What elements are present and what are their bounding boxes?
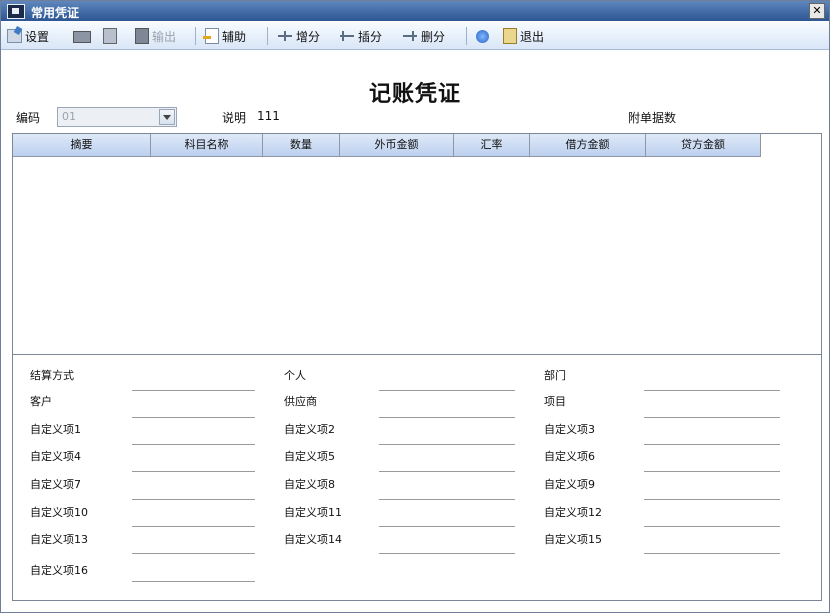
- field-input-line[interactable]: [644, 499, 780, 500]
- field-input-line[interactable]: [379, 553, 515, 554]
- field-label: 自定义项6: [544, 450, 595, 463]
- field-label: 自定义项13: [30, 533, 88, 546]
- exit-icon: [503, 28, 517, 44]
- field-input-line[interactable]: [132, 390, 255, 391]
- window-title: 常用凭证: [31, 6, 80, 20]
- column-header[interactable]: 汇率: [454, 134, 530, 157]
- field-label: 自定义项14: [284, 533, 342, 546]
- field-label: 自定义项3: [544, 423, 595, 436]
- chevron-down-icon[interactable]: [159, 109, 175, 125]
- attachments-label: 附单据数: [628, 111, 677, 125]
- split-icon: [277, 29, 293, 43]
- assist-icon: [203, 28, 219, 44]
- field-label: 部门: [544, 369, 566, 382]
- field-input-line[interactable]: [132, 526, 255, 527]
- grid-header: 摘要 科目名称 数量 外币金额 汇率 借方金额 贷方金额: [13, 134, 761, 157]
- field-label: 自定义项7: [30, 478, 81, 491]
- field-label: 自定义项12: [544, 506, 602, 519]
- field-input-line[interactable]: [132, 581, 255, 582]
- delete-split-button[interactable]: 删分: [402, 27, 445, 45]
- setup-button[interactable]: 设置: [7, 27, 49, 45]
- desc-label: 说明: [222, 111, 247, 125]
- setup-label: 设置: [25, 29, 50, 44]
- preview-icon: [103, 28, 117, 44]
- split-label: 增分: [296, 29, 321, 44]
- field-input-line[interactable]: [379, 471, 515, 472]
- code-combo[interactable]: 01: [57, 107, 177, 127]
- column-header[interactable]: 科目名称: [151, 134, 263, 157]
- voucher-title: 记账凭证: [368, 82, 461, 107]
- column-header[interactable]: 贷方金额: [646, 134, 761, 157]
- field-input-line[interactable]: [379, 417, 515, 418]
- app-icon: [7, 4, 25, 19]
- field-input-line[interactable]: [132, 417, 255, 418]
- column-header[interactable]: 外币金额: [340, 134, 454, 157]
- print-button[interactable]: [73, 27, 91, 45]
- field-input-line[interactable]: [644, 417, 780, 418]
- delete-split-icon: [402, 29, 418, 43]
- field-input-line[interactable]: [644, 526, 780, 527]
- field-label: 结算方式: [30, 369, 74, 382]
- field-label: 自定义项10: [30, 506, 88, 519]
- field-label: 自定义项15: [544, 533, 602, 546]
- field-input-line[interactable]: [379, 499, 515, 500]
- insert-split-button[interactable]: 插分: [339, 27, 382, 45]
- assist-label: 辅助: [222, 29, 247, 44]
- title-bar: 常用凭证 ✕: [1, 1, 829, 21]
- field-input-line[interactable]: [379, 526, 515, 527]
- field-input-line[interactable]: [379, 444, 515, 445]
- field-label: 自定义项4: [30, 450, 81, 463]
- field-label: 客户: [30, 395, 52, 408]
- code-value: 01: [62, 110, 76, 123]
- help-icon: [476, 29, 489, 43]
- voucher-grid[interactable]: 摘要 科目名称 数量 外币金额 汇率 借方金额 贷方金额: [12, 133, 822, 355]
- code-label: 编码: [16, 111, 41, 125]
- field-input-line[interactable]: [644, 390, 780, 391]
- field-label: 自定义项2: [284, 423, 335, 436]
- field-input-line[interactable]: [132, 471, 255, 472]
- field-label: 自定义项8: [284, 478, 335, 491]
- delete-split-label: 删分: [421, 29, 446, 44]
- assist-button[interactable]: 辅助: [203, 27, 247, 45]
- field-label: 个人: [284, 369, 306, 382]
- setup-icon: [7, 29, 22, 43]
- export-icon: [135, 28, 149, 44]
- toolbar: 设置 输出 辅助 增分 插分 删分 退出: [1, 22, 829, 50]
- field-input-line[interactable]: [644, 471, 780, 472]
- toolbar-separator: [466, 27, 467, 45]
- export-button[interactable]: 输出: [135, 27, 176, 45]
- field-label: 自定义项16: [30, 564, 88, 577]
- preview-button[interactable]: [103, 27, 117, 45]
- field-input-line[interactable]: [644, 444, 780, 445]
- desc-value: 111: [257, 109, 280, 123]
- export-label: 输出: [152, 29, 177, 44]
- field-label: 自定义项11: [284, 506, 342, 519]
- voucher-window: 常用凭证 ✕ 设置 输出 辅助 增分 插分 删分 退出 记账凭证 编码 01 说…: [0, 0, 830, 613]
- field-input-line[interactable]: [379, 390, 515, 391]
- column-header[interactable]: 摘要: [13, 134, 151, 157]
- insert-split-label: 插分: [358, 29, 383, 44]
- field-input-line[interactable]: [644, 553, 780, 554]
- close-button[interactable]: ✕: [809, 3, 825, 19]
- field-label: 自定义项5: [284, 450, 335, 463]
- column-header[interactable]: 借方金额: [530, 134, 646, 157]
- auxiliary-panel: 结算方式 客户 自定义项1 自定义项4 自定义项7 自定义项10 自定义项13 …: [12, 355, 822, 601]
- field-label: 自定义项1: [30, 423, 81, 436]
- field-input-line[interactable]: [132, 553, 255, 554]
- print-icon: [73, 31, 91, 43]
- exit-label: 退出: [520, 29, 545, 44]
- field-label: 自定义项9: [544, 478, 595, 491]
- column-header[interactable]: 数量: [263, 134, 340, 157]
- help-button[interactable]: [476, 27, 489, 45]
- field-label: 供应商: [284, 395, 317, 408]
- field-input-line[interactable]: [132, 499, 255, 500]
- split-button[interactable]: 增分: [277, 27, 320, 45]
- insert-split-icon: [339, 29, 355, 43]
- field-input-line[interactable]: [132, 444, 255, 445]
- toolbar-separator: [267, 27, 268, 45]
- exit-button[interactable]: 退出: [503, 27, 544, 45]
- field-label: 项目: [544, 395, 566, 408]
- toolbar-separator: [195, 27, 196, 45]
